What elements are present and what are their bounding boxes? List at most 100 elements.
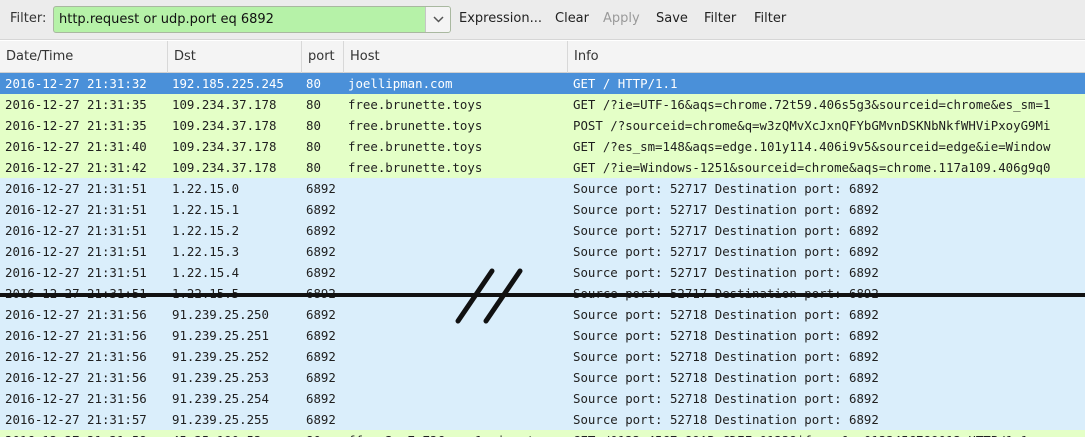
cell-datetime: 2016-12-27 21:31:56	[5, 370, 147, 385]
packet-row[interactable]: 2016-12-27 21:31:56 91.239.25.252 6892 Sour…	[0, 346, 1085, 367]
packet-row[interactable]: 2016-12-27 21:31:51 1.22.15.4 6892 Source p…	[0, 262, 1085, 283]
clear-button[interactable]: Clear	[555, 11, 589, 26]
cell-datetime: 2016-12-27 21:31:57	[5, 412, 147, 427]
cell-port: 6892	[306, 181, 336, 196]
cell-info: Source port: 52718 Destination port: 689…	[573, 391, 879, 406]
omission-break-line	[0, 293, 1085, 297]
filter-button-1[interactable]: Filter	[704, 11, 736, 26]
packet-row[interactable]: 2016-12-27 21:31:51 1.22.15.2 6892 Source p…	[0, 220, 1085, 241]
packet-row[interactable]: 2016-12-27 21:31:5845.35.190.52 80ffoqr3u…	[0, 430, 1085, 437]
cell-host: free.brunette.toys	[348, 97, 483, 112]
cell-datetime: 2016-12-27 21:31:58	[5, 430, 170, 437]
cell-info: Source port: 52718 Destination port: 689…	[573, 328, 879, 343]
cell-port: 6892	[306, 307, 336, 322]
cell-info: GET /0123-4567-89AB-CDEF-0123?iframe&_=0…	[573, 430, 1085, 437]
cell-dst: 1.22.15.3	[172, 244, 240, 259]
cell-dst: 1.22.15.2	[172, 223, 240, 238]
cell-datetime: 2016-12-27 21:31:56	[5, 349, 147, 364]
packet-row[interactable]: 2016-12-27 21:31:51 1.22.15.0 6892 Source p…	[0, 178, 1085, 199]
cell-info: GET / HTTP/1.1	[573, 76, 678, 91]
cell-dst: 109.234.37.178	[172, 118, 277, 133]
cell-datetime: 2016-12-27 21:31:35	[5, 118, 147, 133]
packet-list: 2016-12-27 21:31:32 192.185.225.245 80 joel…	[0, 73, 1085, 437]
display-filter-text[interactable]: http.request or udp.port eq 6892	[59, 12, 274, 27]
cell-dst: 1.22.15.4	[172, 265, 240, 280]
cell-port: 80	[306, 76, 321, 91]
packet-row[interactable]: 2016-12-27 21:31:40 109.234.37.178 80 free.…	[0, 136, 1085, 157]
cell-port: 80	[306, 160, 321, 175]
cell-datetime: 2016-12-27 21:31:51	[5, 244, 147, 259]
cell-info: Source port: 52718 Destination port: 689…	[573, 307, 879, 322]
cell-dst: 91.239.25.253	[172, 370, 269, 385]
cell-info: Source port: 52718 Destination port: 689…	[573, 370, 879, 385]
column-header-info[interactable]: Info	[568, 41, 1085, 73]
packet-row[interactable]: 2016-12-27 21:31:42 109.234.37.178 80 free.…	[0, 157, 1085, 178]
cell-datetime: 2016-12-27 21:31:51	[5, 202, 147, 217]
cell-datetime: 2016-12-27 21:31:51	[5, 181, 147, 196]
cell-port: 6892	[306, 223, 336, 238]
cell-dst: 91.239.25.250	[172, 307, 269, 322]
packet-row[interactable]: 2016-12-27 21:31:32 192.185.225.245 80 joel…	[0, 73, 1085, 94]
packet-row[interactable]: 2016-12-27 21:31:51 1.22.15.3 6892 Source p…	[0, 241, 1085, 262]
column-header-dst[interactable]: Dst	[168, 41, 302, 73]
filter-label: Filter:	[10, 11, 47, 26]
expression-button[interactable]: Expression...	[459, 11, 542, 26]
cell-info: POST /?sourceid=chrome&q=w3zQMvXcJxnQFYb…	[573, 118, 1051, 133]
cell-dst: 109.234.37.178	[172, 160, 277, 175]
cell-port: 6892	[306, 370, 336, 385]
save-button[interactable]: Save	[656, 11, 688, 26]
column-header-port[interactable]: port	[302, 41, 344, 73]
column-header-host[interactable]: Host	[344, 41, 568, 73]
cell-port: 6892	[306, 412, 336, 427]
packet-row[interactable]: 2016-12-27 21:31:56 91.239.25.254 6892 Sour…	[0, 388, 1085, 409]
cell-port: 6892	[306, 328, 336, 343]
packet-row[interactable]: 2016-12-27 21:31:35 109.234.37.178 80 free.…	[0, 94, 1085, 115]
filter-button-2[interactable]: Filter	[754, 11, 786, 26]
cell-datetime: 2016-12-27 21:31:56	[5, 391, 147, 406]
cell-dst: 192.185.225.245	[172, 76, 284, 91]
chevron-down-icon	[433, 16, 444, 23]
omission-break-icon	[455, 268, 523, 324]
cell-info: Source port: 52717 Destination port: 689…	[573, 265, 879, 280]
cell-datetime: 2016-12-27 21:31:35	[5, 97, 147, 112]
packet-row[interactable]: 2016-12-27 21:31:56 91.239.25.253 6892 Sour…	[0, 367, 1085, 388]
cell-host: joellipman.com	[348, 76, 453, 91]
column-header-datetime[interactable]: Date/Time	[0, 41, 168, 73]
cell-dst: 91.239.25.252	[172, 349, 269, 364]
packet-row[interactable]: 2016-12-27 21:31:57 91.239.25.255 6892 Sour…	[0, 409, 1085, 430]
cell-dst: 91.239.25.251	[172, 328, 269, 343]
cell-datetime: 2016-12-27 21:31:56	[5, 307, 147, 322]
display-filter-input[interactable]: http.request or udp.port eq 6892	[53, 6, 451, 33]
packet-row[interactable]: 2016-12-27 21:31:56 91.239.25.251 6892 Sour…	[0, 325, 1085, 346]
cell-datetime: 2016-12-27 21:31:32	[5, 76, 147, 91]
packet-list-header: Date/Time Dst port Host Info	[0, 41, 1085, 73]
cell-port: 6892	[306, 265, 336, 280]
cell-port: 6892	[306, 244, 336, 259]
packet-row[interactable]: 2016-12-27 21:31:56 91.239.25.250 6892 Sour…	[0, 304, 1085, 325]
cell-host: ffoqr3ug7m726zou.1mwipu.top	[348, 430, 566, 437]
cell-info: Source port: 52717 Destination port: 689…	[573, 244, 879, 259]
packet-row[interactable]: 2016-12-27 21:31:51 1.22.15.1 6892 Source p…	[0, 199, 1085, 220]
cell-port: 6892	[306, 349, 336, 364]
cell-dst: 91.239.25.255	[172, 412, 269, 427]
cell-dst: 45.35.190.52	[172, 430, 302, 437]
cell-host: free.brunette.toys	[348, 139, 483, 154]
packet-row[interactable]: 2016-12-27 21:31:35 109.234.37.178 80 free.…	[0, 115, 1085, 136]
cell-info: GET /?es_sm=148&aqs=edge.101y114.406i9v5…	[573, 139, 1051, 154]
cell-dst: 109.234.37.178	[172, 97, 277, 112]
cell-info: Source port: 52717 Destination port: 689…	[573, 223, 879, 238]
cell-port: 80	[306, 118, 321, 133]
cell-info: GET /?ie=Windows-1251&sourceid=chrome&aq…	[573, 160, 1051, 175]
cell-dst: 109.234.37.178	[172, 139, 277, 154]
cell-port: 80	[306, 97, 321, 112]
cell-host: free.brunette.toys	[348, 118, 483, 133]
cell-host: free.brunette.toys	[348, 160, 483, 175]
apply-button[interactable]: Apply	[603, 11, 640, 26]
cell-port: 6892	[306, 202, 336, 217]
cell-datetime: 2016-12-27 21:31:51	[5, 223, 147, 238]
filter-history-dropdown[interactable]	[425, 7, 450, 32]
cell-info: Source port: 52718 Destination port: 689…	[573, 412, 879, 427]
cell-datetime: 2016-12-27 21:31:42	[5, 160, 147, 175]
cell-info: Source port: 52717 Destination port: 689…	[573, 181, 879, 196]
cell-info: GET /?ie=UTF-16&aqs=chrome.72t59.406s5g3…	[573, 97, 1051, 112]
